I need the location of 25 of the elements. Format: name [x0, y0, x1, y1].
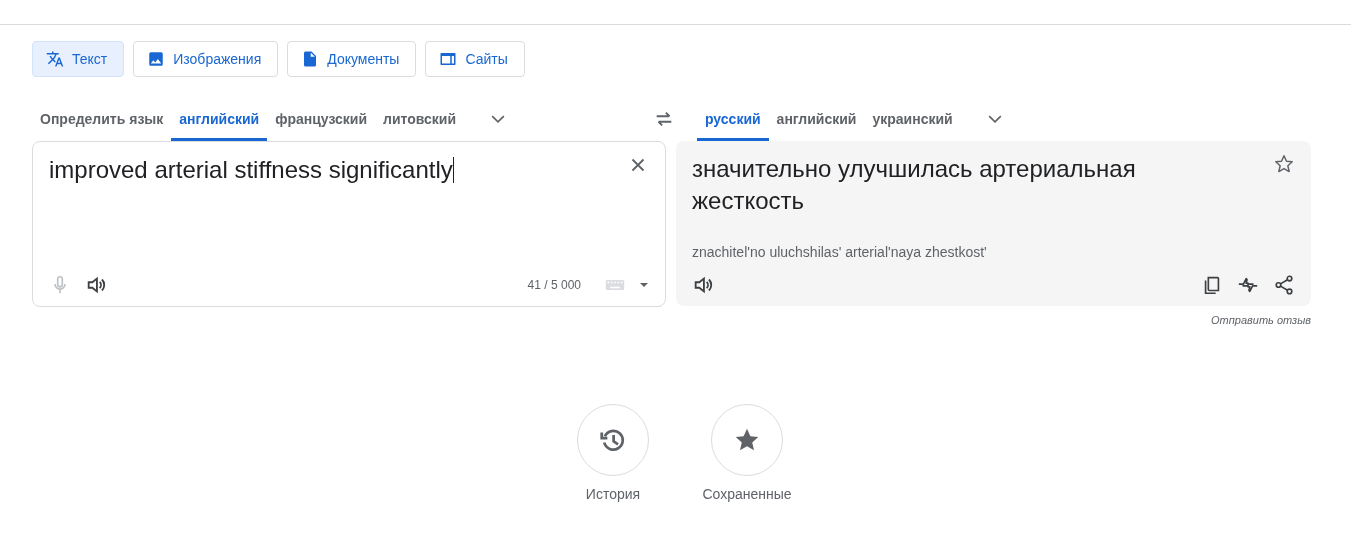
mode-tab[interactable]: Текст: [32, 41, 125, 77]
mode-tab[interactable]: Документы: [287, 41, 417, 77]
website-icon: [439, 50, 458, 68]
image-icon: [147, 50, 166, 68]
language-tab[interactable]: литовский: [375, 97, 465, 141]
language-tab[interactable]: французский: [267, 97, 376, 141]
source-text-field[interactable]: improved arterial stiffness significantly: [49, 154, 454, 186]
dropdown-icon[interactable]: [639, 280, 649, 290]
translation-text: значительно улучшилась артериальная жесткость: [692, 154, 1137, 216]
shortcut-label: Сохраненные: [702, 486, 792, 502]
language-tab[interactable]: английский: [768, 97, 865, 141]
speaker-icon[interactable]: [85, 274, 107, 296]
share-icon[interactable]: [1273, 274, 1295, 296]
star-outline-icon[interactable]: [1273, 153, 1295, 175]
shortcut-label: История: [585, 486, 641, 502]
language-tab[interactable]: украинский: [864, 97, 961, 141]
transliteration-text: znachitel'no uluchshilas' arterial'naya zhestkost': [692, 244, 988, 260]
mode-tab[interactable]: Сайты: [425, 41, 525, 77]
translate-icon: [46, 50, 64, 68]
mode-tab[interactable]: Изображения: [133, 41, 279, 77]
language-tab[interactable]: Определить язык: [32, 97, 172, 141]
character-count: 41 / 5 000: [527, 278, 581, 292]
language-tab[interactable]: английский: [171, 97, 268, 141]
feedback-link[interactable]: Отправить отзыв: [1211, 314, 1311, 326]
speaker-icon[interactable]: [692, 274, 714, 296]
